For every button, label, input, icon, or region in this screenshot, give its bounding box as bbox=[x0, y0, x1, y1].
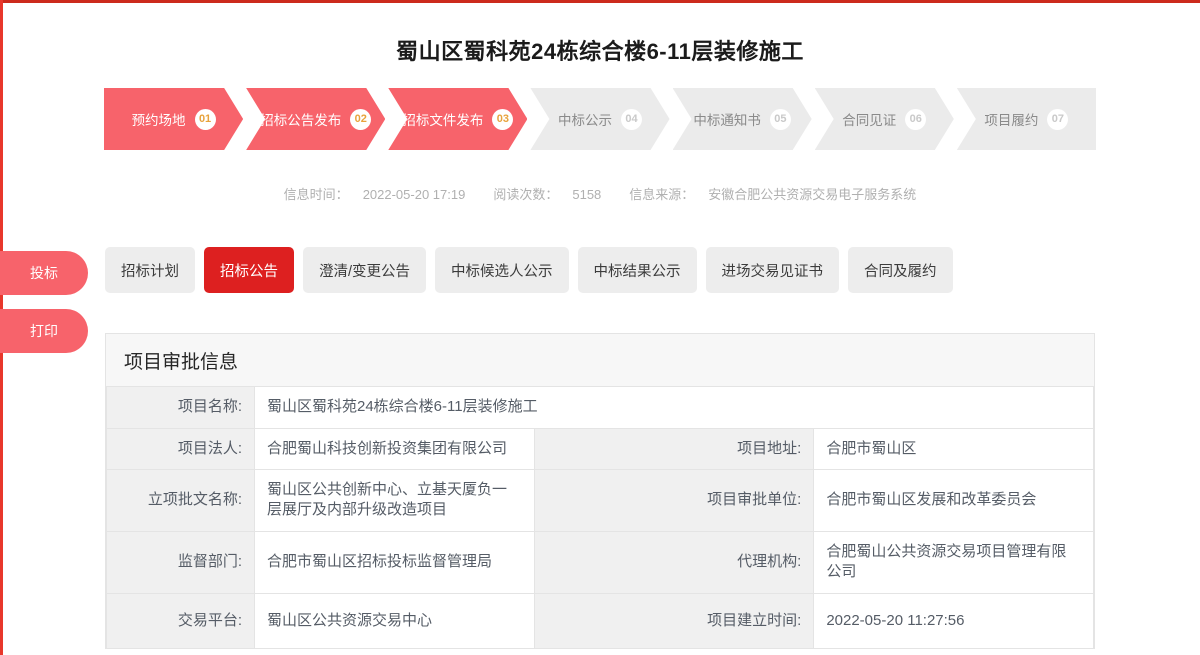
cell-label: 立项批文名称: bbox=[107, 469, 255, 531]
tab-transaction-witness[interactable]: 进场交易见证书 bbox=[706, 247, 840, 293]
cell-value: 2022-05-20 11:27:56 bbox=[814, 593, 1094, 648]
cell-label: 项目审批单位: bbox=[534, 469, 814, 531]
meta-source-value: 安徽合肥公共资源交易电子服务系统 bbox=[708, 187, 916, 202]
panel-heading: 项目审批信息 bbox=[106, 334, 1094, 387]
table-row: 监督部门: 合肥市蜀山区招标投标监督管理局 代理机构: 合肥蜀山公共资源交易项目… bbox=[107, 531, 1094, 593]
meta-time-value: 2022-05-20 17:19 bbox=[363, 187, 466, 202]
cell-label: 监督部门: bbox=[107, 531, 255, 593]
step-number-badge: 07 bbox=[1047, 109, 1068, 130]
tab-candidate-publicity[interactable]: 中标候选人公示 bbox=[435, 247, 569, 293]
step-item-1[interactable]: 预约场地 01 bbox=[104, 88, 243, 150]
tab-clarification-change[interactable]: 澄清/变更公告 bbox=[303, 247, 426, 293]
cell-value: 合肥蜀山公共资源交易项目管理有限公司 bbox=[814, 531, 1094, 593]
step-item-7[interactable]: 项目履约 07 bbox=[957, 88, 1096, 150]
cell-value: 蜀山区公共资源交易中心 bbox=[255, 593, 535, 648]
step-label: 项目履约 bbox=[984, 109, 1038, 129]
step-number-badge: 02 bbox=[350, 109, 371, 130]
cell-value: 合肥市蜀山区 bbox=[814, 428, 1094, 469]
step-item-6[interactable]: 合同见证 06 bbox=[815, 88, 954, 150]
step-number-badge: 04 bbox=[621, 109, 642, 130]
meta-time-label: 信息时间： bbox=[284, 187, 349, 202]
approval-info-panel: 项目审批信息 项目名称: 蜀山区蜀科苑24栋综合楼6-11层装修施工 项目法人:… bbox=[105, 333, 1095, 649]
cell-value: 蜀山区蜀科苑24栋综合楼6-11层装修施工 bbox=[255, 387, 1094, 428]
step-label: 合同见证 bbox=[842, 109, 896, 129]
table-row: 交易平台: 蜀山区公共资源交易中心 项目建立时间: 2022-05-20 11:… bbox=[107, 593, 1094, 648]
cell-label: 项目地址: bbox=[534, 428, 814, 469]
tab-tender-plan[interactable]: 招标计划 bbox=[105, 247, 195, 293]
meta-info-line: 信息时间： 2022-05-20 17:19 阅读次数： 5158 信息来源： 安徽合肥公… bbox=[0, 184, 1200, 203]
step-number-badge: 05 bbox=[770, 109, 791, 130]
step-label: 中标公示 bbox=[558, 109, 612, 129]
tab-result-publicity[interactable]: 中标结果公示 bbox=[578, 247, 697, 293]
tab-tender-announcement[interactable]: 招标公告 bbox=[204, 247, 294, 293]
step-number-badge: 01 bbox=[195, 109, 216, 130]
cell-value: 合肥蜀山科技创新投资集团有限公司 bbox=[255, 428, 535, 469]
step-number-badge: 03 bbox=[492, 109, 513, 130]
side-button-bid[interactable]: 投标 bbox=[0, 251, 88, 295]
cell-value: 合肥市蜀山区发展和改革委员会 bbox=[814, 469, 1094, 531]
top-accent-rule bbox=[0, 0, 1200, 3]
meta-source-label: 信息来源： bbox=[629, 187, 694, 202]
tab-bar: 招标计划 招标公告 澄清/变更公告 中标候选人公示 中标结果公示 进场交易见证书… bbox=[105, 247, 1095, 293]
step-label: 招标公告发布 bbox=[260, 109, 341, 129]
step-item-2[interactable]: 招标公告发布 02 bbox=[246, 88, 385, 150]
progress-steps: 预约场地 01 招标公告发布 02 招标文件发布 03 中标公示 04 中标通知… bbox=[104, 88, 1096, 150]
page-root: 蜀山区蜀科苑24栋综合楼6-11层装修施工 预约场地 01 招标公告发布 02 … bbox=[0, 0, 1200, 655]
approval-info-table: 项目名称: 蜀山区蜀科苑24栋综合楼6-11层装修施工 项目法人: 合肥蜀山科技… bbox=[106, 387, 1094, 649]
cell-value: 合肥市蜀山区招标投标监督管理局 bbox=[255, 531, 535, 593]
step-item-3[interactable]: 招标文件发布 03 bbox=[388, 88, 527, 150]
cell-label: 交易平台: bbox=[107, 593, 255, 648]
table-row: 项目名称: 蜀山区蜀科苑24栋综合楼6-11层装修施工 bbox=[107, 387, 1094, 428]
step-number-badge: 06 bbox=[905, 109, 926, 130]
step-label: 预约场地 bbox=[132, 109, 186, 129]
step-item-4[interactable]: 中标公示 04 bbox=[530, 88, 669, 150]
step-item-5[interactable]: 中标通知书 05 bbox=[673, 88, 812, 150]
side-button-print[interactable]: 打印 bbox=[0, 309, 88, 353]
cell-label: 代理机构: bbox=[534, 531, 814, 593]
cell-label: 项目建立时间: bbox=[534, 593, 814, 648]
cell-label: 项目法人: bbox=[107, 428, 255, 469]
step-label: 招标文件发布 bbox=[402, 109, 483, 129]
table-row: 立项批文名称: 蜀山区公共创新中心、立基天厦负一层展厅及内部升级改造项目 项目审… bbox=[107, 469, 1094, 531]
tab-contract-performance[interactable]: 合同及履约 bbox=[848, 247, 953, 293]
meta-views-value: 5158 bbox=[572, 187, 601, 202]
step-label: 中标通知书 bbox=[693, 109, 761, 129]
page-title: 蜀山区蜀科苑24栋综合楼6-11层装修施工 bbox=[0, 34, 1200, 66]
cell-label: 项目名称: bbox=[107, 387, 255, 428]
cell-value: 蜀山区公共创新中心、立基天厦负一层展厅及内部升级改造项目 bbox=[255, 469, 535, 531]
meta-views-label: 阅读次数： bbox=[493, 187, 558, 202]
table-row: 项目法人: 合肥蜀山科技创新投资集团有限公司 项目地址: 合肥市蜀山区 bbox=[107, 428, 1094, 469]
